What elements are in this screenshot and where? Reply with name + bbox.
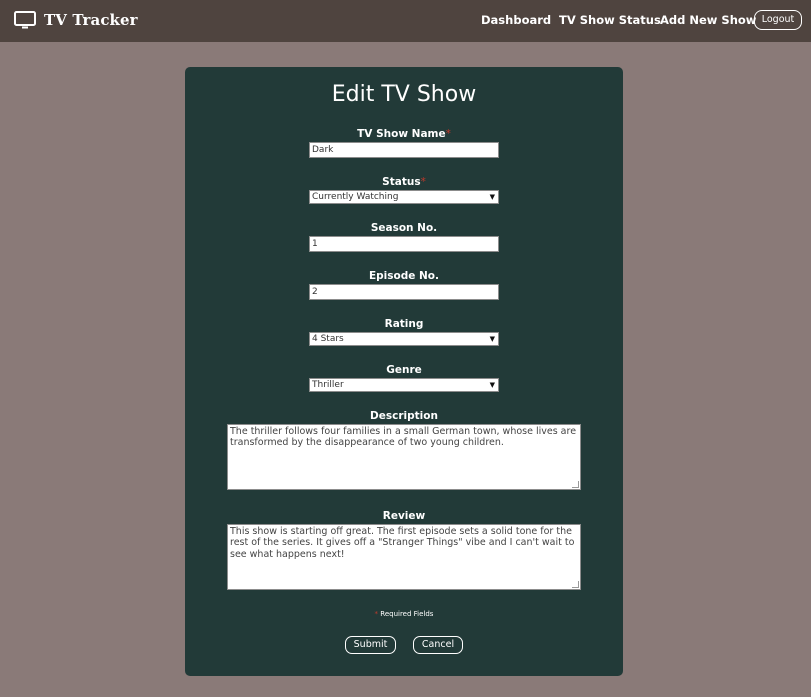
show-name-label: TV Show Name* <box>185 128 623 140</box>
status-label-text: Status <box>382 176 421 188</box>
review-text: This show is starting off great. The fir… <box>230 526 575 560</box>
season-input[interactable]: 1 <box>309 236 499 252</box>
required-fields-note: * Required Fields <box>185 610 623 618</box>
season-label: Season No. <box>370 222 438 234</box>
status-label: Status* <box>185 176 623 188</box>
review-textarea[interactable]: This show is starting off great. The fir… <box>227 524 581 590</box>
tv-icon <box>14 11 36 29</box>
required-star: * <box>420 176 426 188</box>
edit-show-form: Edit TV Show TV Show Name* Dark Status* … <box>185 67 623 676</box>
rating-select-value: 4 Stars <box>312 334 344 344</box>
form-title: Edit TV Show <box>331 82 477 107</box>
review-label: Review <box>382 510 426 522</box>
episode-label: Episode No. <box>368 270 440 282</box>
resize-grip-icon[interactable] <box>572 481 579 488</box>
top-navbar: TV Tracker Dashboard TV Show Status Add … <box>0 0 811 42</box>
status-select[interactable]: Currently Watching ▼ <box>309 190 499 204</box>
description-label: Description <box>370 410 438 422</box>
show-name-label-text: TV Show Name <box>357 128 446 140</box>
genre-select-value: Thriller <box>312 380 344 390</box>
rating-label: Rating <box>384 318 424 330</box>
submit-button[interactable]: Submit <box>345 636 396 654</box>
required-fields-text: Required Fields <box>380 610 434 618</box>
required-star: * <box>374 610 379 618</box>
dropdown-arrow-icon: ▼ <box>489 381 495 389</box>
brand-name: TV Tracker <box>44 11 138 29</box>
description-textarea[interactable]: The thriller follows four families in a … <box>227 424 581 490</box>
nav-link-tv-show-status[interactable]: TV Show Status <box>559 13 661 27</box>
dropdown-arrow-icon: ▼ <box>489 335 495 343</box>
dropdown-arrow-icon: ▼ <box>489 193 495 201</box>
resize-grip-icon[interactable] <box>572 581 579 588</box>
genre-label: Genre <box>386 364 422 376</box>
genre-select[interactable]: Thriller ▼ <box>309 378 499 392</box>
logout-button[interactable]: Logout <box>754 10 802 30</box>
show-name-input[interactable]: Dark <box>309 142 499 158</box>
episode-input[interactable]: 2 <box>309 284 499 300</box>
brand-logo[interactable]: TV Tracker <box>14 9 138 31</box>
cancel-button[interactable]: Cancel <box>413 636 463 654</box>
nav-link-add-new-show[interactable]: Add New Show <box>660 13 756 27</box>
rating-select[interactable]: 4 Stars ▼ <box>309 332 499 346</box>
status-select-value: Currently Watching <box>312 192 399 202</box>
nav-link-dashboard[interactable]: Dashboard <box>481 13 551 27</box>
description-text: The thriller follows four families in a … <box>230 426 577 449</box>
required-star: * <box>445 128 451 140</box>
